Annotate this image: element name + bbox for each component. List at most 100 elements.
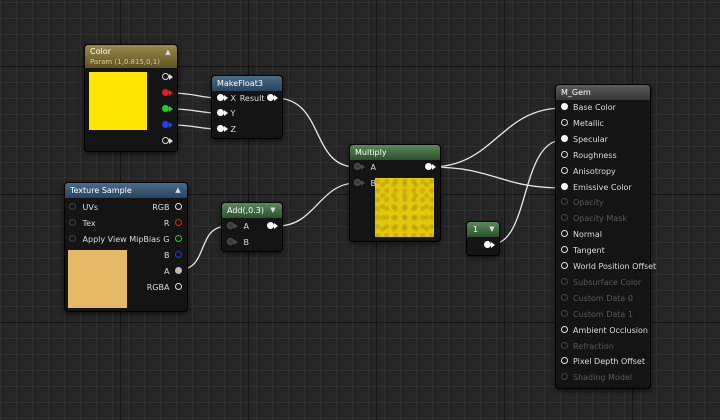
multiply-input-a[interactable]: A <box>354 161 376 175</box>
pin-icon[interactable] <box>175 267 182 274</box>
material-input-pixel-depth-offset[interactable]: Pixel Depth Offset <box>561 355 645 369</box>
material-input-ambient-occlusion[interactable]: Ambient Occlusion <box>561 324 648 338</box>
texture-input-mipbias[interactable]: Apply View MipBias <box>69 233 160 247</box>
texture-sample-header[interactable]: Texture Sample ▲ <box>65 183 187 198</box>
arrow-icon <box>234 238 238 245</box>
pin-icon[interactable] <box>175 235 182 242</box>
makefloat3-input-y[interactable]: Y <box>217 107 235 121</box>
add-node-header[interactable]: Add(,0.3) ▼ <box>222 203 282 218</box>
material-input-emissive-color[interactable]: Emissive Color <box>561 181 632 195</box>
color-output-b[interactable] <box>162 119 173 133</box>
chevron-down-icon[interactable]: ▼ <box>267 204 279 216</box>
pin-icon[interactable] <box>175 219 182 226</box>
texture-preview <box>68 250 127 308</box>
add-node[interactable]: Add(,0.3) ▼ A B <box>221 202 283 252</box>
pin-icon[interactable] <box>425 163 432 170</box>
texture-output-r[interactable]: R <box>164 217 182 231</box>
pin-icon[interactable] <box>162 89 169 96</box>
arrow-icon <box>169 137 173 144</box>
color-output-g[interactable] <box>162 103 173 117</box>
material-input-specular[interactable]: Specular <box>561 133 608 147</box>
texture-sample-title: Texture Sample <box>70 186 132 195</box>
pin-icon[interactable] <box>561 357 568 365</box>
makefloat3-input-x[interactable]: X <box>217 92 236 106</box>
material-input-normal[interactable]: Normal <box>561 228 602 242</box>
texture-output-a[interactable]: A <box>164 265 182 279</box>
pin-icon[interactable] <box>561 230 568 238</box>
multiply-node-header[interactable]: Multiply <box>350 145 440 160</box>
constant-node[interactable]: 1 ▼ <box>466 221 500 256</box>
multiply-output[interactable] <box>425 161 436 175</box>
pin-icon[interactable] <box>267 222 274 229</box>
pin-icon[interactable] <box>217 125 224 132</box>
pin-icon[interactable] <box>217 94 224 101</box>
texture-sample-node[interactable]: Texture Sample ▲ UVs Tex Apply View MipB… <box>64 182 188 312</box>
pin-icon[interactable] <box>561 118 568 126</box>
pin-icon[interactable] <box>175 203 182 210</box>
pin-icon[interactable] <box>69 203 76 210</box>
makefloat3-input-z[interactable]: Z <box>217 123 236 137</box>
makefloat3-output-result[interactable]: Result <box>240 92 278 106</box>
material-input-roughness[interactable]: Roughness <box>561 149 617 163</box>
texture-input-uvs[interactable]: UVs <box>69 201 98 215</box>
add-output[interactable] <box>267 220 278 234</box>
pin-icon[interactable] <box>162 137 169 144</box>
makefloat3-header[interactable]: MakeFloat3 <box>212 76 282 91</box>
pin-icon[interactable] <box>354 179 361 186</box>
pin-icon[interactable] <box>162 73 169 80</box>
pin-icon[interactable] <box>561 166 568 174</box>
pin-icon[interactable] <box>484 241 491 248</box>
wire-constant-to-specular <box>491 139 564 245</box>
pin-icon[interactable] <box>227 238 234 245</box>
texture-output-g[interactable]: G <box>163 233 182 247</box>
pin-icon[interactable] <box>162 105 169 112</box>
pin-icon[interactable] <box>354 163 361 170</box>
arrow-icon <box>169 73 173 80</box>
pin-icon[interactable] <box>561 182 568 190</box>
pin-icon[interactable] <box>561 134 568 142</box>
pin-icon[interactable] <box>267 94 274 101</box>
material-input-anisotropy[interactable]: Anisotropy <box>561 165 616 179</box>
color-output-r[interactable] <box>162 87 173 101</box>
texture-output-rgba[interactable]: RGBA <box>147 281 182 295</box>
material-input-world-position-offset[interactable]: World Position Offset <box>561 260 656 274</box>
pin-icon[interactable] <box>561 325 568 333</box>
color-output-rgba[interactable] <box>162 71 173 85</box>
multiply-input-b[interactable]: B <box>354 177 376 191</box>
pin-icon[interactable] <box>217 109 224 116</box>
material-result-node[interactable]: M_Gem Base Color Metallic Specular Roughnes… <box>555 84 656 389</box>
chevron-down-icon[interactable]: ▼ <box>486 223 498 235</box>
pin-icon[interactable] <box>561 150 568 158</box>
pin-icon[interactable] <box>227 222 234 229</box>
texture-output-b[interactable]: B <box>164 249 182 263</box>
add-input-a[interactable]: A <box>227 220 249 234</box>
makefloat3-title: MakeFloat3 <box>217 79 263 88</box>
pin-icon[interactable] <box>561 262 568 269</box>
pin-icon[interactable] <box>69 235 76 242</box>
texture-input-tex[interactable]: Tex <box>69 217 96 231</box>
constant-output[interactable] <box>484 239 495 253</box>
pin-icon[interactable] <box>175 251 182 258</box>
arrow-icon <box>432 163 436 170</box>
multiply-node[interactable]: Multiply A B <box>349 144 441 242</box>
material-input-metallic[interactable]: Metallic <box>561 117 604 131</box>
pin-icon[interactable] <box>69 219 76 226</box>
add-input-b[interactable]: B <box>227 236 249 250</box>
pin-icon[interactable] <box>162 121 169 128</box>
pin-icon[interactable] <box>175 283 182 290</box>
material-input-tangent[interactable]: Tangent <box>561 244 605 258</box>
material-input-base-color[interactable]: Base Color <box>561 101 616 115</box>
constant-node-header[interactable]: 1 ▼ <box>467 222 499 237</box>
makefloat3-node[interactable]: MakeFloat3 X Y Z Result <box>211 75 283 139</box>
arrow-icon <box>224 94 228 101</box>
collapse-icon[interactable]: ▲ <box>172 184 184 196</box>
color-node-header[interactable]: Color Param (1,0.815,0,1) ▲ <box>85 45 177 68</box>
color-param-node[interactable]: Color Param (1,0.815,0,1) ▲ <box>84 44 178 152</box>
collapse-icon[interactable]: ▲ <box>162 46 174 58</box>
material-input-subsurface-color: Subsurface Color <box>561 276 641 290</box>
texture-output-rgb[interactable]: RGB <box>152 201 182 215</box>
material-node-header[interactable]: M_Gem <box>556 85 650 100</box>
pin-icon[interactable] <box>561 103 568 110</box>
pin-icon[interactable] <box>561 246 568 254</box>
color-output-a[interactable] <box>162 135 173 149</box>
